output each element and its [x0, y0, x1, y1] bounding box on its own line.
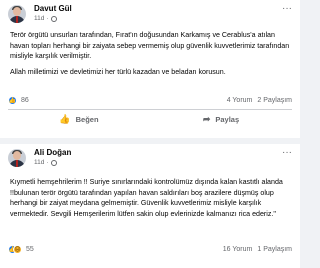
- avatar[interactable]: [8, 5, 26, 23]
- post-meta: 11d ·: [34, 14, 72, 24]
- action-bar: 👍 Beğen ➦ Paylaş: [8, 111, 292, 127]
- post-ali-dogan: Ali Doğan 11d · ··· Kıymetli hemşehriler…: [0, 144, 300, 268]
- sad-reaction-icon: ☹: [13, 244, 22, 254]
- share-count[interactable]: 1 Paylaşım: [257, 246, 292, 253]
- share-label: Paylaş: [215, 114, 240, 124]
- like-label: Beğen: [75, 114, 99, 124]
- reaction-count: 55: [26, 245, 34, 253]
- post-davut-gul: Davut Gül 11d · ··· Terör örgütü unsurla…: [0, 0, 300, 138]
- post-stats: 👍 ☹ 55 16 Yorum 1 Paylaşım: [8, 243, 292, 255]
- thumbs-up-icon: 👍: [59, 113, 71, 124]
- globe-icon: [50, 160, 57, 166]
- author-name[interactable]: Ali Doğan: [34, 148, 71, 158]
- more-options-icon[interactable]: ···: [282, 3, 292, 14]
- share-arrow-icon: ➦: [202, 113, 211, 124]
- post-meta: 11d ·: [34, 158, 71, 168]
- comment-count[interactable]: 4 Yorum: [227, 97, 253, 104]
- like-button[interactable]: 👍 Beğen: [8, 111, 150, 127]
- author-name[interactable]: Davut Gül: [34, 4, 72, 14]
- avatar[interactable]: [8, 149, 26, 167]
- reaction-summary[interactable]: 👍 ☹ 55: [8, 244, 34, 254]
- post-header: Ali Doğan 11d ·: [8, 147, 71, 169]
- post-body: Terör örgütü unsurları tarafından, Fırat…: [10, 31, 290, 60]
- globe-icon: [50, 16, 57, 22]
- post-stats: 👍 86 4 Yorum 2 Paylaşım: [8, 94, 292, 106]
- reaction-summary[interactable]: 👍 86: [8, 95, 29, 105]
- post-body: Kıymetli hemşehrilerim !! Suriye sınırla…: [10, 178, 283, 218]
- share-button[interactable]: ➦ Paylaş: [150, 111, 292, 127]
- post-time[interactable]: 11d: [34, 158, 44, 168]
- post-body-paragraph-2: Allah milletimizi ve devletimizi her tür…: [10, 68, 226, 76]
- post-time[interactable]: 11d: [34, 14, 44, 24]
- more-options-icon[interactable]: ···: [282, 147, 292, 158]
- like-reaction-icon: 👍: [8, 95, 17, 105]
- share-count[interactable]: 2 Paylaşım: [257, 97, 292, 104]
- reaction-count: 86: [21, 96, 29, 104]
- post-header: Davut Gül 11d ·: [8, 3, 72, 25]
- divider: [8, 109, 292, 110]
- comment-count[interactable]: 16 Yorum: [223, 246, 253, 253]
